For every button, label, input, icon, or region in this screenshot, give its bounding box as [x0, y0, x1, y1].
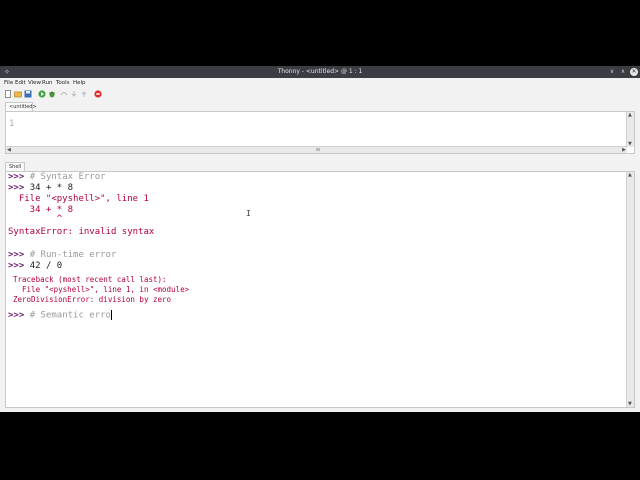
open-file-icon[interactable]	[14, 90, 22, 98]
shell-prompt: >>>	[8, 172, 25, 182]
menu-run[interactable]: Run	[42, 78, 53, 88]
new-file-icon[interactable]	[4, 90, 12, 98]
menu-help[interactable]: Help	[73, 78, 86, 88]
save-icon[interactable]	[24, 90, 32, 98]
shell-input-text: 42 / 0	[29, 261, 63, 271]
title-bar: ✧ Thonny - <untitled> @ 1 : 1 ∨ ∧ ✕	[0, 66, 640, 78]
menu-bar: File Edit View Run Tools Help	[0, 78, 640, 88]
scroll-right-icon[interactable]: ▶	[622, 147, 626, 153]
scroll-down-icon[interactable]: ▼	[628, 401, 632, 407]
shell-traceback-line: ZeroDivisionError: division by zero	[13, 295, 172, 304]
shell-traceback-line: File "<pyshell>", line 1, in <module>	[13, 285, 190, 294]
shell-prompt: >>>	[8, 183, 25, 193]
maximize-icon[interactable]: ∧	[619, 68, 627, 76]
shell-traceback-line: Traceback (most recent call last):	[13, 275, 167, 284]
stop-icon[interactable]	[94, 90, 102, 98]
scroll-thumb-grip[interactable]	[316, 148, 320, 151]
text-cursor	[110, 310, 112, 320]
step-into-icon[interactable]	[70, 90, 78, 98]
menu-edit[interactable]: Edit	[15, 78, 26, 88]
shell-line: >>> # Syntax Error	[8, 172, 106, 183]
debug-icon[interactable]	[48, 90, 56, 98]
shell-input-text: # Syntax Error	[29, 172, 106, 182]
shell-error-line: File "<pyshell>", line 1	[8, 194, 149, 204]
scroll-down-icon[interactable]: ▼	[628, 141, 632, 147]
menu-view[interactable]: View	[28, 78, 41, 88]
shell-input-text: 34 + * 8	[29, 183, 74, 193]
shell-input-text: # Run-time error	[29, 250, 117, 260]
shell-vertical-scrollbar[interactable]: ▲ ▼	[626, 172, 634, 407]
menu-tools[interactable]: Tools	[56, 78, 70, 88]
scroll-up-icon[interactable]: ▲	[628, 112, 632, 118]
editor-tabstrip: <untitled>	[0, 102, 640, 111]
shell-input-text[interactable]: # Semantic erro	[30, 311, 111, 321]
step-out-icon[interactable]	[80, 90, 88, 98]
shell-line: >>> # Run-time error	[8, 250, 116, 261]
mouse-ibeam-cursor-icon: I	[246, 209, 251, 218]
editor-vertical-scrollbar[interactable]: ▲ ▼	[626, 112, 634, 147]
close-icon[interactable]: ✕	[630, 68, 638, 76]
menu-file[interactable]: File	[4, 78, 13, 88]
code-editor[interactable]: 1 ▲ ▼ ◀ ▶	[5, 111, 635, 154]
shell-prompt: >>>	[8, 250, 25, 260]
thonny-window: ✧ Thonny - <untitled> @ 1 : 1 ∨ ∧ ✕ File…	[0, 66, 640, 412]
run-icon[interactable]	[38, 90, 46, 98]
editor-horizontal-scrollbar[interactable]: ◀ ▶	[6, 146, 627, 153]
scroll-left-icon[interactable]: ◀	[7, 147, 11, 153]
tab-shell[interactable]: Shell	[5, 162, 26, 171]
tab-untitled[interactable]: <untitled>	[5, 102, 37, 111]
window-title: Thonny - <untitled> @ 1 : 1	[277, 68, 363, 75]
shell-error-caret: ^	[8, 214, 63, 224]
shell-error-line: SyntaxError: invalid syntax	[8, 227, 155, 237]
minimize-icon[interactable]: ∨	[608, 68, 616, 76]
shell-prompt: >>>	[8, 261, 25, 271]
toolbar	[0, 88, 640, 100]
shell-line: >>> 42 / 0	[8, 261, 62, 272]
line-number: 1	[9, 119, 15, 129]
shell-prompt: >>>	[8, 310, 25, 321]
shell-line: >>> 34 + * 8	[8, 183, 73, 194]
shell-active-line[interactable]: >>> # Semantic erro	[8, 310, 112, 322]
scroll-up-icon[interactable]: ▲	[628, 172, 632, 178]
step-over-icon[interactable]	[60, 90, 68, 98]
shell-panel[interactable]: ▲ ▼ >>> # Syntax Error >>> 34 + * 8 File…	[5, 171, 635, 408]
